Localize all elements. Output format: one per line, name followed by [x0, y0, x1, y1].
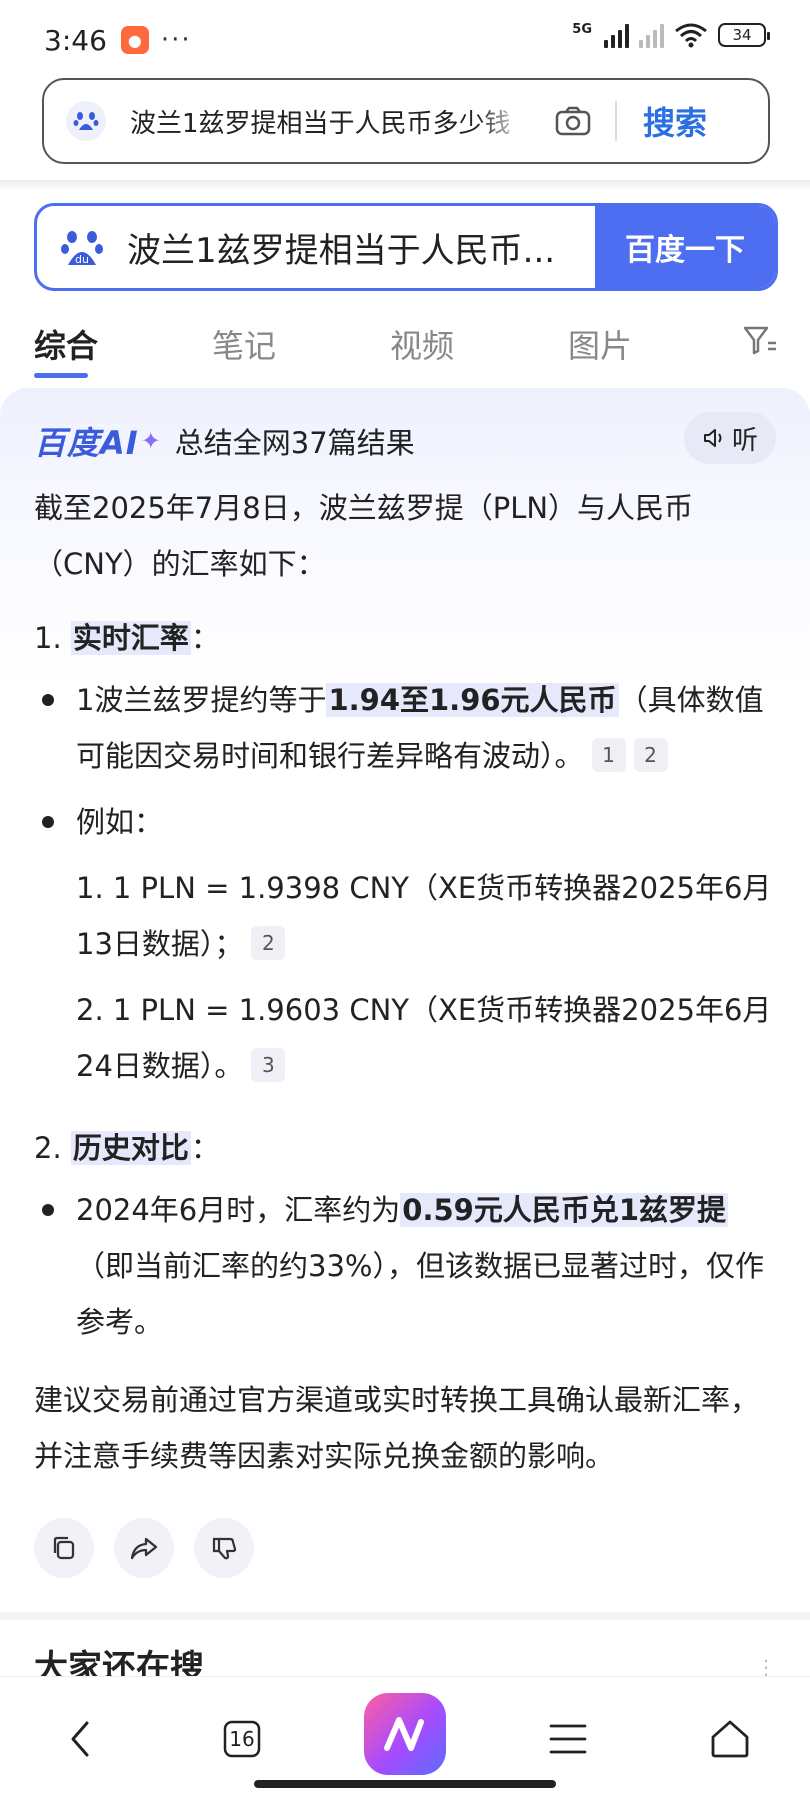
- bullet-text: （即当前汇率的约33%），但该数据已显著过时，仅作参考。: [76, 1249, 764, 1339]
- network-type: 5G: [572, 22, 592, 37]
- tab-notes[interactable]: 笔记: [212, 321, 390, 367]
- section-title-text: 历史对比: [70, 1131, 191, 1165]
- tab-comprehensive[interactable]: 综合: [34, 321, 212, 378]
- back-button[interactable]: [52, 1711, 108, 1767]
- back-arrow-icon: [71, 1721, 89, 1757]
- battery-icon: 34: [718, 23, 770, 47]
- list-item: 1波兰兹罗提约等于1.94至1.96元人民币（具体数值可能因交易时间和银行差异略…: [34, 672, 778, 784]
- list-item: 1. 1 PLN = 1.9398 CNY（XE货币转换器2025年6月13日数…: [34, 860, 778, 972]
- section-title-realtime: 1. 实时汇率：: [34, 610, 778, 666]
- bullet-text: 2024年6月时，汇率约为: [76, 1193, 401, 1227]
- address-query[interactable]: 波兰1兹罗提相当于人民币多少钱: [130, 103, 525, 140]
- home-indicator[interactable]: [254, 1780, 556, 1788]
- ai-summary-label: 总结全网37篇结果: [174, 426, 415, 460]
- copy-button[interactable]: [34, 1518, 94, 1578]
- citation-badge[interactable]: 2: [633, 738, 668, 772]
- ai-assistant-icon: [384, 1717, 424, 1751]
- list-item: 例如：: [34, 794, 778, 850]
- address-divider: [615, 101, 617, 141]
- section-number: 1.: [34, 621, 62, 655]
- ai-brand-logo: 百度AI: [34, 424, 139, 462]
- svg-text:du: du: [75, 253, 89, 266]
- share-button[interactable]: [114, 1518, 174, 1578]
- baidu-query-input[interactable]: 波兰1兹罗提相当于人民币...: [127, 206, 595, 288]
- menu-button[interactable]: [540, 1711, 596, 1767]
- bullet-text: 例如：: [76, 805, 164, 839]
- ai-assistant-button[interactable]: [364, 1693, 446, 1775]
- related-searches-title: 大家还在搜: [34, 1648, 204, 1676]
- status-bar: 3:46 ● ··· 5G 34: [0, 0, 810, 80]
- notification-app-icon: ●: [120, 26, 149, 54]
- menu-icon: [549, 1724, 587, 1754]
- ai-actions: [34, 1518, 254, 1578]
- tabs-button[interactable]: 16: [214, 1711, 270, 1767]
- highlight-rate: 1.94至1.96元人民币: [326, 683, 619, 717]
- tab-videos[interactable]: 视频: [390, 321, 568, 367]
- signal-icon: [604, 22, 629, 48]
- ai-advice: 建议交易前通过官方渠道或实时转换工具确认最新汇率，并注意手续费等因素对实际兑换金…: [34, 1383, 760, 1473]
- example-text: 1. 1 PLN = 1.9398 CNY（XE货币转换器2025年6月13日数…: [76, 871, 772, 961]
- signal-2-icon: [639, 22, 664, 48]
- bullet-dot: [42, 816, 54, 828]
- section-title-text: 实时汇率: [70, 621, 191, 655]
- dislike-button[interactable]: [194, 1518, 254, 1578]
- ai-answer-body: 截至2025年7月8日，波兰兹罗提（PLN）与人民币（CNY）的汇率如下： 1.…: [34, 480, 778, 1502]
- speaker-icon: [703, 429, 722, 447]
- section-colon: ：: [190, 1131, 220, 1165]
- search-button[interactable]: 搜索: [643, 98, 707, 144]
- tabs-count: 16: [229, 1727, 255, 1751]
- share-icon: [130, 1537, 158, 1560]
- bullet-dot: [42, 1204, 54, 1216]
- citation-badge[interactable]: 3: [251, 1048, 286, 1082]
- more-notifications-icon: ···: [160, 25, 192, 55]
- status-right: 5G 34: [572, 22, 770, 48]
- citation-badge[interactable]: 1: [591, 738, 626, 772]
- bullet-dot: [42, 694, 54, 706]
- example-text: 2. 1 PLN = 1.9603 CNY（XE货币转换器2025年6月24日数…: [76, 993, 772, 1083]
- wifi-icon: [675, 23, 707, 48]
- browser-address-bar[interactable]: 波兰1兹罗提相当于人民币多少钱 搜索: [42, 78, 770, 164]
- listen-label: 听: [731, 425, 758, 456]
- ai-answer-card: 百度AI ✦ 总结全网37篇结果 听 截至2025年7月8日，波兰兹罗提（PLN…: [0, 388, 810, 1610]
- home-button[interactable]: [702, 1711, 758, 1767]
- section-separator: [0, 1612, 810, 1620]
- citation-badge[interactable]: 2: [251, 926, 286, 960]
- baidu-logo-icon: du: [37, 206, 127, 288]
- tab-images[interactable]: 图片: [568, 321, 746, 367]
- home-icon: [711, 1720, 749, 1758]
- highlight-rate: 0.59元人民币兑1兹罗提: [400, 1193, 728, 1227]
- list-item: 2024年6月时，汇率约为0.59元人民币兑1兹罗提 （即当前汇率的约33%），但…: [34, 1182, 778, 1350]
- battery-level: 34: [732, 26, 752, 44]
- filter-icon[interactable]: [742, 324, 778, 360]
- status-time: 3:46: [44, 23, 107, 57]
- baidu-search-box[interactable]: du 波兰1兹罗提相当于人民币... 百度一下: [34, 203, 778, 291]
- ai-header: 百度AI ✦ 总结全网37篇结果: [34, 418, 415, 464]
- ai-intro: 截至2025年7月8日，波兰兹罗提（PLN）与人民币（CNY）的汇率如下：: [34, 491, 694, 581]
- listen-button[interactable]: 听: [684, 412, 776, 464]
- section-number: 2.: [34, 1131, 62, 1165]
- thumbs-down-icon: [212, 1537, 237, 1560]
- bullet-text: 1波兰兹罗提约等于: [76, 683, 327, 717]
- section-colon: ：: [190, 621, 220, 655]
- header-shadow: [0, 180, 810, 190]
- baidu-search-button[interactable]: 百度一下: [595, 206, 775, 288]
- result-tabs: 综合 笔记 视频 图片: [34, 310, 778, 378]
- sparkle-icon: ✦: [140, 427, 161, 455]
- list-item: 2. 1 PLN = 1.9603 CNY（XE货币转换器2025年6月24日数…: [34, 982, 778, 1094]
- camera-icon[interactable]: [553, 101, 593, 141]
- section-title-history: 2. 历史对比：: [34, 1120, 778, 1176]
- copy-icon: [53, 1536, 75, 1560]
- baidu-paw-icon: [66, 101, 106, 141]
